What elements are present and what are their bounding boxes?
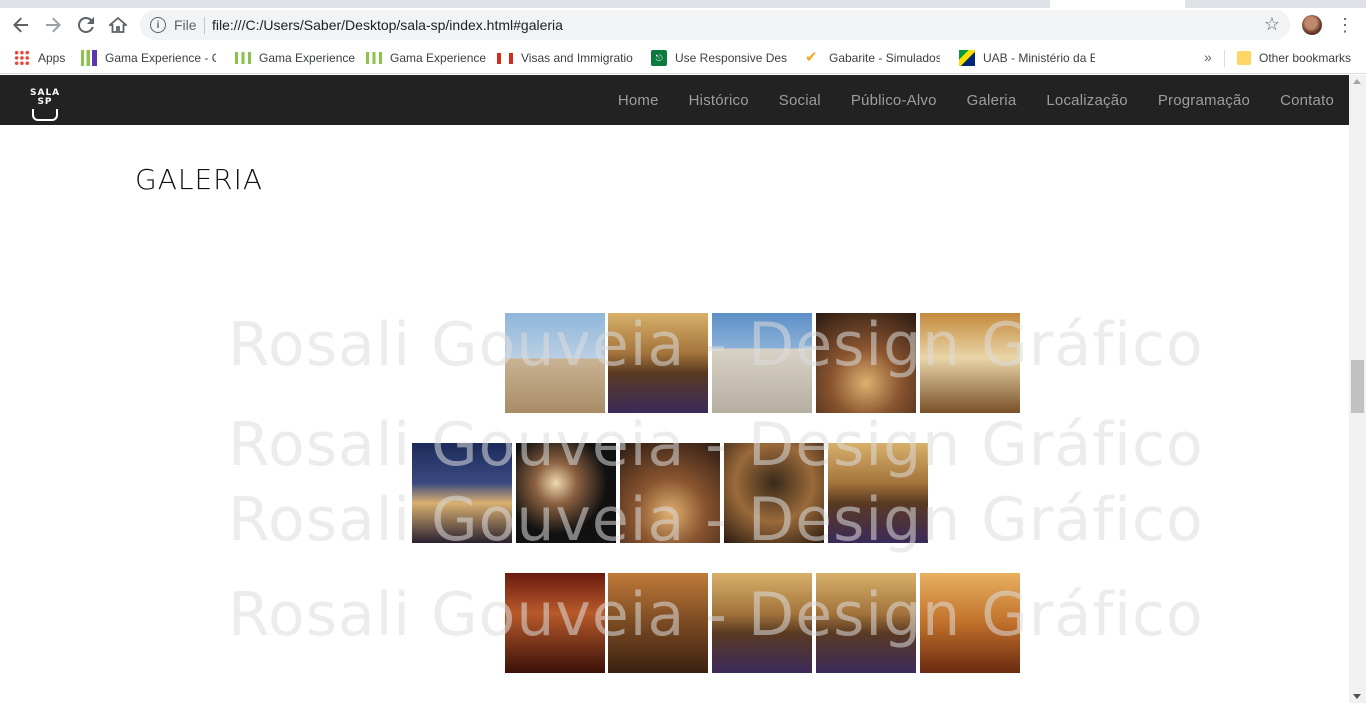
scroll-thumb[interactable]	[1351, 360, 1364, 413]
address-bar[interactable]: i File file:///C:/Users/Saber/Desktop/sa…	[140, 10, 1290, 40]
nav-menu: Home Histórico Social Público-Alvo Galer…	[588, 75, 1334, 125]
watermark-text: Rosali Gouveia - Design Gráfico	[228, 580, 1204, 650]
nav-link-programacao[interactable]: Programação	[1158, 92, 1250, 109]
scroll-down-icon[interactable]	[1353, 694, 1361, 699]
info-icon[interactable]: i	[150, 17, 166, 33]
bookmark-label: UAB - Ministério da E	[983, 51, 1095, 65]
home-icon[interactable]	[105, 12, 131, 38]
gama-icon	[366, 52, 382, 64]
scheme-label: File	[174, 17, 197, 33]
gama-icon	[81, 50, 97, 66]
page-scrollbar[interactable]	[1349, 75, 1366, 703]
bookmark-label: Visas and Immigratio	[521, 51, 633, 65]
gama-icon	[235, 52, 251, 64]
tab-strip	[0, 0, 1366, 8]
bookmark-label: Gama Experience - C	[105, 51, 216, 65]
logo-mark-icon	[32, 109, 58, 121]
url-text[interactable]: file:///C:/Users/Saber/Desktop/sala-sp/i…	[212, 17, 563, 33]
watermark-text: Rosali Gouveia - Design Gráfico	[228, 410, 1204, 480]
bookmark-gama-1[interactable]: Gama Experience - C	[81, 49, 216, 67]
browser-menu-icon[interactable]: ⋮	[1336, 14, 1354, 36]
nav-link-historico[interactable]: Histórico	[689, 92, 749, 109]
nav-link-contato[interactable]: Contato	[1280, 92, 1334, 109]
other-bookmarks-folder[interactable]: Other bookmarks	[1237, 49, 1357, 67]
brazil-flag-icon	[959, 50, 975, 66]
bookmark-gama-3[interactable]: Gama Experience	[366, 49, 486, 67]
apps-grid-icon	[14, 50, 30, 66]
more-bookmarks-icon[interactable]: »	[1204, 49, 1212, 65]
back-icon[interactable]	[8, 12, 34, 38]
check-icon: ✔	[805, 49, 818, 66]
active-tab[interactable]	[1050, 0, 1185, 8]
reload-icon[interactable]	[73, 12, 99, 38]
bookmarks-divider	[1224, 50, 1225, 67]
site-logo[interactable]: SALA SP	[30, 89, 60, 123]
bookmark-responsive[interactable]: ⎋ Use Responsive Desig	[651, 49, 787, 67]
bookmark-gabarite[interactable]: ✔ Gabarite - Simulados	[805, 49, 940, 67]
bookmark-star-icon[interactable]: ☆	[1264, 14, 1280, 35]
canada-flag-icon	[497, 52, 513, 64]
watermark-text: Rosali Gouveia - Design Gráfico	[228, 310, 1204, 380]
nav-link-home[interactable]: Home	[618, 92, 659, 109]
profile-avatar[interactable]	[1302, 15, 1322, 35]
site-navbar: SALA SP Home Histórico Social Público-Al…	[0, 75, 1349, 125]
bookmark-label: Gama Experience	[259, 51, 355, 65]
bookmark-gama-2[interactable]: Gama Experience	[235, 49, 355, 67]
scroll-up-icon[interactable]	[1353, 79, 1361, 84]
nav-link-galeria[interactable]: Galeria	[967, 92, 1017, 109]
bookmark-apps[interactable]: Apps	[14, 49, 74, 67]
responsive-icon: ⎋	[651, 50, 667, 66]
bookmark-visas[interactable]: Visas and Immigratio	[497, 49, 633, 67]
bookmark-label: Gabarite - Simulados	[829, 51, 940, 65]
folder-icon	[1237, 51, 1251, 65]
nav-link-social[interactable]: Social	[779, 92, 821, 109]
section-title: GALERIA	[135, 163, 264, 196]
watermark-text: Rosali Gouveia - Design Gráfico	[228, 485, 1204, 555]
bookmark-label: Gama Experience	[390, 51, 486, 65]
bookmark-label: Other bookmarks	[1259, 51, 1352, 65]
omnibox-divider	[204, 17, 205, 34]
bookmark-uab[interactable]: UAB - Ministério da E	[959, 49, 1095, 67]
forward-icon[interactable]	[40, 12, 66, 38]
bookmark-label: Apps	[38, 51, 66, 65]
bookmark-label: Use Responsive Desig	[675, 51, 787, 65]
nav-link-publico-alvo[interactable]: Público-Alvo	[851, 92, 937, 109]
page-viewport: SALA SP Home Histórico Social Público-Al…	[0, 75, 1349, 703]
nav-link-localizacao[interactable]: Localização	[1046, 92, 1127, 109]
browser-toolbar: i File file:///C:/Users/Saber/Desktop/sa…	[0, 8, 1366, 42]
logo-text: SALA SP	[30, 88, 61, 107]
bookmarks-bar: Apps Gama Experience - C Gama Experience…	[0, 42, 1366, 74]
